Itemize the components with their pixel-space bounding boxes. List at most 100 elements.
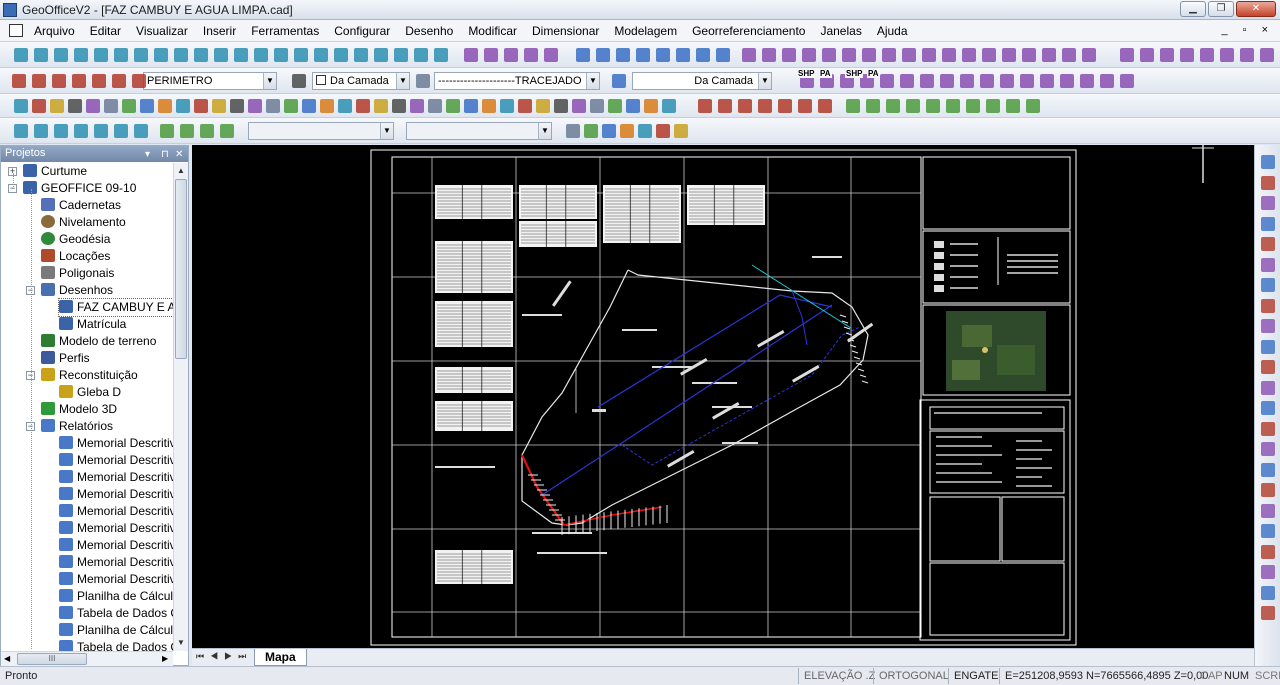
standard-tool-icon[interactable] xyxy=(1240,48,1254,62)
draw-tool-icon[interactable] xyxy=(758,99,772,113)
standard-tool-icon[interactable] xyxy=(802,48,816,62)
modify-tool-icon[interactable] xyxy=(54,124,68,138)
tree-node[interactable]: Tabela de Dados C. xyxy=(59,639,173,651)
layer-tool-icon[interactable] xyxy=(612,74,626,88)
tree-node[interactable]: Memorial Descritiv xyxy=(59,486,173,503)
standard-tool-icon[interactable] xyxy=(1220,48,1234,62)
layer-tool-icon[interactable] xyxy=(1060,74,1074,88)
modify-tool-icon[interactable] xyxy=(620,124,634,138)
standard-tool-icon[interactable] xyxy=(676,48,690,62)
right-tool-icon[interactable] xyxy=(1261,503,1275,518)
standard-tool-icon[interactable] xyxy=(1200,48,1214,62)
right-tool-icon[interactable] xyxy=(1261,401,1275,415)
standard-tool-icon[interactable] xyxy=(94,48,108,62)
right-tool-icon[interactable] xyxy=(1261,237,1275,251)
standard-tool-icon[interactable] xyxy=(882,48,896,62)
draw-tool-icon[interactable] xyxy=(176,99,190,113)
draw-tool-icon[interactable] xyxy=(738,99,752,113)
draw-tool-icon[interactable] xyxy=(158,99,172,113)
tree-node[interactable]: Reconstituição xyxy=(41,367,138,384)
draw-tool-icon[interactable] xyxy=(698,99,712,113)
right-tool-icon[interactable] xyxy=(1261,319,1275,333)
layer-tool-icon[interactable] xyxy=(112,74,126,88)
menu-3[interactable]: Inserir xyxy=(201,24,243,38)
draw-tool-icon[interactable] xyxy=(846,99,860,113)
tree-node[interactable]: Memorial Descritiv xyxy=(59,520,173,537)
standard-tool-icon[interactable] xyxy=(34,48,48,62)
right-tool-icon[interactable] xyxy=(1261,360,1275,374)
standard-tool-icon[interactable] xyxy=(1120,48,1134,62)
standard-tool-icon[interactable] xyxy=(14,48,28,62)
draw-tool-icon[interactable] xyxy=(966,99,980,113)
standard-tool-icon[interactable] xyxy=(862,48,876,62)
draw-tool-icon[interactable] xyxy=(284,99,298,113)
layer-tool-icon[interactable] xyxy=(1120,74,1134,88)
right-tool-icon[interactable] xyxy=(1261,544,1275,559)
draw-tool-icon[interactable] xyxy=(464,99,478,113)
tree-node[interactable]: Memorial Descritiv xyxy=(59,554,173,571)
tree-horizontal-scrollbar[interactable]: ◀ III ▶ xyxy=(1,651,173,666)
draw-tool-icon[interactable] xyxy=(104,99,118,113)
layer-tool-icon[interactable] xyxy=(132,74,146,88)
draw-tool-icon[interactable] xyxy=(302,99,316,113)
layer-tool-icon[interactable] xyxy=(1080,74,1094,88)
layer-tool-icon[interactable] xyxy=(12,74,26,88)
draw-tool-icon[interactable] xyxy=(1006,99,1020,113)
standard-tool-icon[interactable] xyxy=(1062,48,1076,62)
hscroll-thumb[interactable]: III xyxy=(17,653,87,665)
right-tool-icon[interactable] xyxy=(1261,257,1275,272)
layer-tool-icon[interactable] xyxy=(940,74,954,88)
tree-node[interactable]: Gleba D xyxy=(59,384,121,401)
standard-tool-icon[interactable] xyxy=(74,48,88,62)
layer-select[interactable]: PERIMETRO ▼ xyxy=(143,72,277,90)
close-icon[interactable]: ✕ xyxy=(175,147,183,162)
draw-tool-icon[interactable] xyxy=(886,99,900,113)
layer-tool-icon[interactable] xyxy=(1040,74,1054,88)
standard-tool-icon[interactable] xyxy=(656,48,670,62)
tree-node[interactable]: Relatórios xyxy=(41,418,113,435)
status-snap[interactable]: ENGATE xyxy=(954,667,998,685)
draw-tool-icon[interactable] xyxy=(338,99,352,113)
tree-node[interactable]: Memorial Descritiv xyxy=(59,537,173,554)
draw-tool-icon[interactable] xyxy=(410,99,424,113)
standard-tool-icon[interactable] xyxy=(742,48,756,62)
standard-tool-icon[interactable] xyxy=(922,48,936,62)
right-tool-icon[interactable] xyxy=(1261,565,1275,579)
draw-tool-icon[interactable] xyxy=(356,99,370,113)
tree-node[interactable]: Memorial Descritiv xyxy=(59,435,173,452)
tree-node[interactable]: Matrícula xyxy=(59,316,126,333)
tree-node[interactable]: Modelo de terreno xyxy=(41,333,156,350)
standard-tool-icon[interactable] xyxy=(782,48,796,62)
menu-12[interactable]: Ajuda xyxy=(875,24,915,38)
standard-tool-icon[interactable] xyxy=(1022,48,1036,62)
draw-tool-icon[interactable] xyxy=(626,99,640,113)
standard-tool-icon[interactable] xyxy=(314,48,328,62)
standard-tool-icon[interactable] xyxy=(194,48,208,62)
standard-tool-icon[interactable] xyxy=(902,48,916,62)
draw-tool-icon[interactable] xyxy=(572,99,586,113)
tree-node[interactable]: Memorial Descritiv xyxy=(59,452,173,469)
right-tool-icon[interactable] xyxy=(1261,421,1275,436)
modify-tool-icon[interactable] xyxy=(34,124,48,138)
draw-tool-icon[interactable] xyxy=(266,99,280,113)
draw-tool-icon[interactable] xyxy=(50,99,64,113)
layer-tool-icon[interactable] xyxy=(1020,74,1034,88)
layer-tool-icon[interactable] xyxy=(416,74,430,88)
right-tool-icon[interactable] xyxy=(1261,483,1275,497)
minimize-button[interactable]: ▁ xyxy=(1180,1,1206,17)
modify-tool-icon[interactable] xyxy=(584,124,598,138)
draw-tool-icon[interactable] xyxy=(230,99,244,113)
tree-node[interactable]: GEOFFICE 09-10 xyxy=(23,180,136,197)
modify-tool-icon[interactable] xyxy=(74,124,88,138)
text-height-select[interactable]: ▼ xyxy=(406,122,552,140)
layer-tool-icon[interactable] xyxy=(960,74,974,88)
standard-tool-icon[interactable] xyxy=(114,48,128,62)
standard-tool-icon[interactable] xyxy=(234,48,248,62)
standard-tool-icon[interactable] xyxy=(544,48,558,62)
draw-tool-icon[interactable] xyxy=(518,99,532,113)
tab-navigation[interactable]: ⏮◀▶⏭ xyxy=(196,651,252,662)
scroll-down-icon[interactable]: ▼ xyxy=(175,636,187,650)
app-icon[interactable] xyxy=(3,3,17,17)
standard-tool-icon[interactable] xyxy=(214,48,228,62)
restore-button[interactable]: ❐ xyxy=(1208,1,1234,17)
